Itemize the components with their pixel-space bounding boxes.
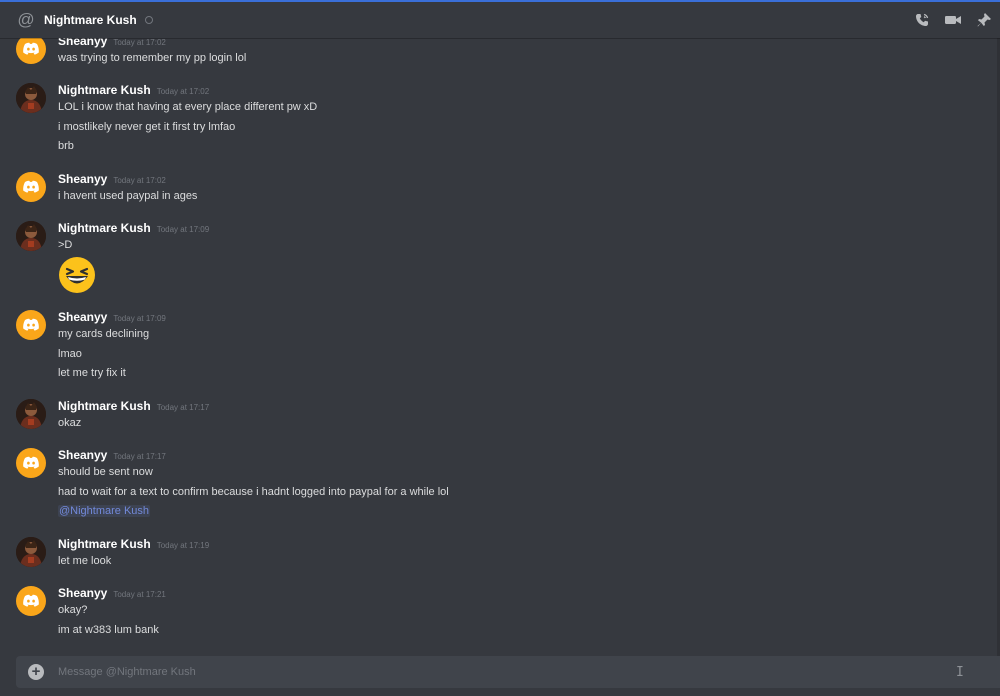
user-photo-avatar[interactable] bbox=[16, 83, 46, 113]
message-text: okay? bbox=[58, 604, 88, 616]
message-input[interactable] bbox=[58, 656, 918, 688]
message-timestamp: Today at 17:09 bbox=[113, 314, 166, 323]
user-photo-icon bbox=[16, 83, 46, 113]
user-photo-icon bbox=[16, 537, 46, 567]
message-text: lmao bbox=[58, 348, 82, 360]
call-icon[interactable] bbox=[914, 12, 930, 28]
message-composer: + I bbox=[16, 656, 1000, 688]
message-text: >D bbox=[58, 239, 73, 251]
author-name[interactable]: Sheanyy bbox=[58, 586, 107, 600]
discord-logo-icon bbox=[23, 180, 39, 193]
message-author[interactable]: Nightmare Kush Today at 17:19 bbox=[58, 537, 209, 553]
author-name[interactable]: Nightmare Kush bbox=[58, 221, 151, 235]
message-author[interactable]: Nightmare Kush Today at 17:17 bbox=[58, 399, 209, 415]
message-text: brb bbox=[58, 140, 74, 152]
discord-logo-avatar[interactable] bbox=[16, 38, 46, 64]
user-photo-avatar[interactable] bbox=[16, 537, 46, 567]
video-icon[interactable] bbox=[944, 12, 962, 28]
message-list[interactable]: Sheanyy Today at 17:02 was trying to reme… bbox=[0, 38, 1000, 650]
text-cursor-icon: I bbox=[956, 665, 964, 680]
message-text: im at w383 lum bank bbox=[58, 624, 159, 636]
author-name[interactable]: Nightmare Kush bbox=[58, 537, 151, 551]
message-text: i mostlikely never get it first try lmfa… bbox=[58, 121, 236, 133]
message-author[interactable]: Nightmare Kush Today at 17:09 bbox=[58, 221, 209, 237]
message-text: my cards declining bbox=[58, 328, 150, 340]
author-name[interactable]: Nightmare Kush bbox=[58, 399, 151, 413]
message-text: was trying to remember my pp login lol bbox=[58, 52, 247, 64]
user-photo-icon bbox=[16, 399, 46, 429]
grinning-squinting-face-icon bbox=[59, 257, 95, 293]
message-timestamp: Today at 17:09 bbox=[156, 225, 210, 234]
message-timestamp: Today at 17:17 bbox=[113, 452, 166, 461]
message-text: okaz bbox=[58, 417, 82, 429]
message-author[interactable]: Nightmare Kush Today at 17:02 bbox=[58, 83, 209, 99]
author-name[interactable]: Sheanyy bbox=[58, 310, 107, 324]
user-photo-avatar[interactable] bbox=[16, 399, 46, 429]
author-name[interactable]: Sheanyy bbox=[58, 38, 107, 48]
message-timestamp: Today at 17:02 bbox=[113, 176, 166, 185]
channel-header: @ Nightmare Kush bbox=[0, 2, 1000, 38]
discord-logo-icon bbox=[23, 456, 39, 469]
message-timestamp: Today at 17:02 bbox=[156, 87, 210, 96]
message-text: LOL i know that having at every place di… bbox=[58, 101, 318, 113]
add-attachment-button[interactable]: + bbox=[28, 664, 44, 680]
message-text: i havent used paypal in ages bbox=[58, 190, 198, 202]
status-icon bbox=[144, 16, 153, 24]
message-timestamp: Today at 17:17 bbox=[156, 403, 210, 412]
message-author[interactable]: Sheanyy Today at 17:21 bbox=[58, 586, 166, 602]
at-icon: @ bbox=[17, 10, 35, 29]
author-name[interactable]: Sheanyy bbox=[58, 172, 107, 186]
message-timestamp: Today at 17:21 bbox=[113, 590, 166, 599]
message-timestamp: Today at 17:19 bbox=[156, 541, 210, 550]
message-author[interactable]: Sheanyy Today at 17:17 bbox=[58, 448, 166, 464]
discord-logo-avatar[interactable] bbox=[16, 448, 46, 478]
discord-logo-icon bbox=[23, 594, 39, 607]
channel-name: Nightmare Kush bbox=[44, 13, 137, 27]
message-timestamp: Today at 17:02 bbox=[113, 38, 166, 47]
author-name[interactable]: Nightmare Kush bbox=[58, 83, 151, 97]
pin-icon[interactable] bbox=[976, 12, 992, 28]
message-text: should be sent now bbox=[58, 466, 153, 478]
discord-logo-avatar[interactable] bbox=[16, 586, 46, 616]
message-text: @Nightmare Kush bbox=[58, 504, 151, 518]
message-author[interactable]: Sheanyy Today at 17:09 bbox=[58, 310, 166, 326]
message-text: had to wait for a text to confirm becaus… bbox=[58, 486, 449, 498]
discord-logo-avatar[interactable] bbox=[16, 172, 46, 202]
user-mention[interactable]: @Nightmare Kush bbox=[58, 505, 151, 517]
message-author[interactable]: Sheanyy Today at 17:02 bbox=[58, 38, 166, 50]
header-toolbar bbox=[914, 2, 992, 38]
user-photo-icon bbox=[16, 221, 46, 251]
discord-logo-icon bbox=[23, 318, 39, 331]
message-author[interactable]: Sheanyy Today at 17:02 bbox=[58, 172, 166, 188]
user-photo-avatar[interactable] bbox=[16, 221, 46, 251]
discord-logo-icon bbox=[23, 42, 39, 55]
message-text: let me look bbox=[58, 555, 112, 567]
message-text: let me try fix it bbox=[58, 367, 126, 379]
author-name[interactable]: Sheanyy bbox=[58, 448, 107, 462]
discord-logo-avatar[interactable] bbox=[16, 310, 46, 340]
